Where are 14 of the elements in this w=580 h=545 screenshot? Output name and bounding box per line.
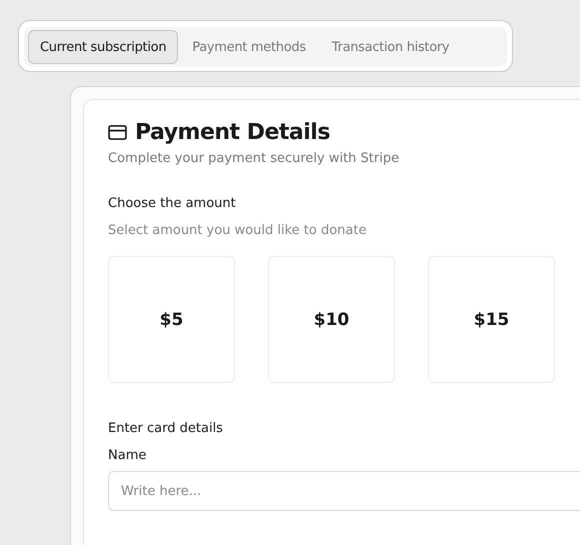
tab[interactable]: Transaction history [320,30,462,64]
card-title: Payment Details [135,120,330,145]
amount-option[interactable]: $5 [108,256,235,383]
tab[interactable]: Current subscription [28,30,178,64]
amount-option[interactable]: $10 [268,256,395,383]
field-label: Name [108,448,148,463]
card-subtitle: Complete your payment securely with Stripe [108,151,400,166]
section-hint: Select amount you would like to donate [108,223,368,238]
section-heading: Enter card details [108,421,224,436]
section-heading: Choose the amount [108,196,237,211]
amount-option[interactable]: $15 [428,256,555,383]
input-field[interactable]: Write here... [108,471,580,511]
credit-card-icon [108,125,127,140]
tab[interactable]: Payment methods [180,30,318,64]
